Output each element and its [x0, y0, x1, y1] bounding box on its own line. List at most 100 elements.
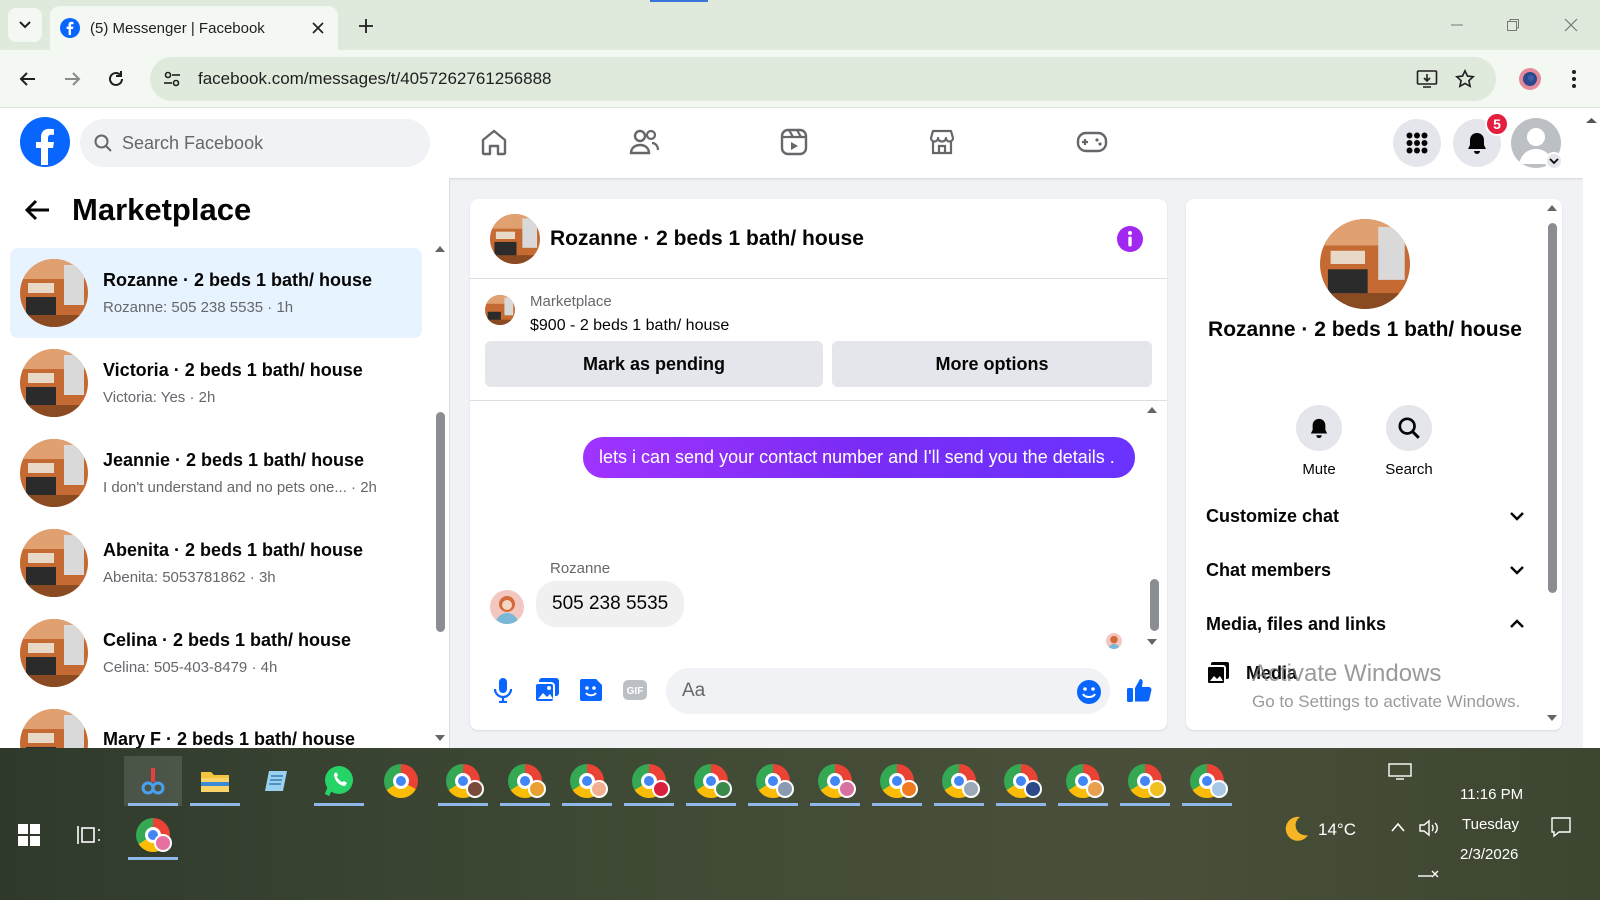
details-scrollbar-thumb[interactable]	[1548, 223, 1557, 593]
taskbar-app-snip[interactable]	[124, 756, 182, 806]
bookmark-button[interactable]	[1448, 62, 1482, 96]
list-item[interactable]: Abenita · 2 beds 1 bath/ house Abenita: 5…	[10, 518, 422, 608]
task-view-button[interactable]	[62, 810, 116, 860]
chat-members-row[interactable]: Chat members	[1206, 555, 1524, 585]
network-disconnected-icon[interactable]	[1416, 866, 1440, 884]
back-arrow-icon[interactable]	[24, 198, 52, 222]
list-item[interactable]: Jeannie · 2 beds 1 bath/ house I don't un…	[10, 428, 422, 518]
taskbar-chrome-profile-6[interactable]	[744, 756, 802, 806]
tab-close-button[interactable]	[306, 16, 330, 40]
list-item[interactable]: Mary F · 2 beds 1 bath/ house	[10, 698, 422, 748]
taskbar-chrome-profile-3[interactable]	[558, 756, 616, 806]
taskbar-chrome-profile-7[interactable]	[806, 756, 864, 806]
temperature-text[interactable]: 14°C	[1318, 820, 1356, 840]
nav-friends[interactable]	[620, 120, 668, 164]
nav-home[interactable]	[470, 120, 518, 164]
facebook-search[interactable]: Search Facebook	[80, 119, 430, 167]
tab-search-button[interactable]	[8, 8, 42, 42]
taskbar-chrome-profile-1[interactable]	[434, 756, 492, 806]
emoji-icon[interactable]	[1076, 679, 1102, 705]
message-input[interactable]: Aa	[666, 668, 1110, 714]
mark-pending-button[interactable]: Mark as pending	[485, 341, 823, 387]
new-tab-button[interactable]	[352, 12, 380, 40]
details-scroll-up[interactable]	[1546, 203, 1558, 213]
taskbar-chrome-profile-4[interactable]	[620, 756, 678, 806]
install-app-button[interactable]	[1410, 62, 1444, 96]
taskbar-app-explorer[interactable]	[186, 756, 244, 806]
taskbar-chrome-active[interactable]	[126, 810, 180, 860]
taskbar-chrome-profile-8[interactable]	[868, 756, 926, 806]
media-files-links-row[interactable]: Media, files and links	[1206, 609, 1524, 639]
sidebar-scroll-up[interactable]	[434, 244, 446, 254]
sidebar-scrollbar-thumb[interactable]	[436, 412, 445, 632]
search-button[interactable]	[1386, 405, 1432, 451]
attach-photo-button[interactable]	[532, 675, 562, 705]
taskbar-chrome-profile-9[interactable]	[930, 756, 988, 806]
customize-chat-row[interactable]: Customize chat	[1206, 501, 1524, 531]
nav-video[interactable]	[770, 120, 818, 164]
taskbar-chrome-profile-5[interactable]	[682, 756, 740, 806]
outgoing-message[interactable]: lets i can send your contact number and …	[583, 437, 1135, 478]
listing-price[interactable]: $900 - 2 beds 1 bath/ house	[530, 317, 729, 335]
more-options-button[interactable]: More options	[832, 341, 1152, 387]
like-button[interactable]	[1124, 675, 1154, 705]
details-scroll-down[interactable]	[1546, 713, 1558, 723]
list-item[interactable]: Victoria · 2 beds 1 bath/ house Victoria:…	[10, 338, 422, 428]
profile-avatar-icon	[652, 780, 670, 798]
list-item[interactable]: Celina · 2 beds 1 bath/ house Celina: 505…	[10, 608, 422, 698]
clock-date[interactable]: 2/3/2026	[1460, 846, 1518, 863]
extension-button[interactable]	[1514, 63, 1546, 95]
browser-tab[interactable]: (5) Messenger | Facebook	[50, 6, 338, 50]
voice-clip-button[interactable]	[488, 675, 518, 705]
forward-button[interactable]	[56, 63, 88, 95]
search-action[interactable]: Search	[1369, 405, 1449, 478]
menu-button[interactable]	[1393, 119, 1441, 167]
taskbar-chrome-profile-12[interactable]	[1116, 756, 1174, 806]
mute-button[interactable]	[1296, 405, 1342, 451]
facebook-logo[interactable]	[20, 117, 70, 167]
taskbar-chrome-profile-13[interactable]	[1178, 756, 1236, 806]
taskbar-app-whatsapp[interactable]	[310, 756, 368, 806]
incoming-message[interactable]: 505 238 5535	[536, 581, 685, 627]
taskbar-chrome-profile-11[interactable]	[1054, 756, 1112, 806]
window-close-button[interactable]	[1548, 8, 1594, 42]
page-scrollbar[interactable]	[1583, 108, 1600, 748]
sidebar-scroll-down[interactable]	[434, 733, 446, 743]
clock-time[interactable]: 11:16 PM	[1460, 786, 1523, 803]
reload-button[interactable]	[100, 63, 132, 95]
chat-scroll-down[interactable]	[1146, 637, 1158, 647]
listing-thumbnail[interactable]	[485, 295, 515, 325]
start-button[interactable]	[2, 810, 56, 860]
notification-center-icon[interactable]	[1550, 816, 1572, 838]
info-icon[interactable]	[1115, 224, 1145, 254]
chevron-up-icon[interactable]	[1390, 821, 1406, 833]
clock-day[interactable]: Tuesday	[1462, 816, 1519, 833]
chat-scroll-up[interactable]	[1146, 405, 1158, 415]
mute-action[interactable]: Mute	[1279, 405, 1359, 478]
sender-avatar[interactable]	[490, 590, 524, 624]
sticker-button[interactable]	[576, 675, 606, 705]
nav-gaming[interactable]	[1068, 120, 1116, 164]
nav-marketplace[interactable]	[918, 120, 966, 164]
minimize-button[interactable]	[1434, 8, 1480, 42]
site-info-button[interactable]	[158, 65, 186, 93]
browser-menu-button[interactable]	[1558, 63, 1590, 95]
address-bar[interactable]: facebook.com/messages/t/4057262761256888	[150, 57, 1496, 101]
taskbar-app-notepad[interactable]	[248, 756, 306, 806]
account-menu-caret[interactable]	[1545, 152, 1563, 170]
moon-weather-icon[interactable]	[1282, 815, 1310, 843]
taskbar-chrome-profile-10[interactable]	[992, 756, 1050, 806]
restore-button[interactable]	[1490, 8, 1536, 42]
chat-title[interactable]: Rozanne · 2 beds 1 bath/ house	[550, 227, 1115, 251]
chat-scrollbar-thumb[interactable]	[1150, 579, 1159, 631]
back-button[interactable]	[12, 63, 44, 95]
list-item[interactable]: Rozanne · 2 beds 1 bath/ house Rozanne: 5…	[10, 248, 422, 338]
gif-button[interactable]: GIF	[620, 675, 650, 705]
taskbar-app-chrome[interactable]	[372, 756, 430, 806]
chat-thumbnail[interactable]	[490, 213, 540, 264]
volume-icon[interactable]	[1418, 818, 1442, 838]
taskbar-chrome-profile-2[interactable]	[496, 756, 554, 806]
details-thumbnail[interactable]	[1320, 219, 1410, 309]
url-text[interactable]: facebook.com/messages/t/4057262761256888	[198, 69, 1410, 89]
touch-keyboard-icon[interactable]	[1388, 763, 1412, 781]
